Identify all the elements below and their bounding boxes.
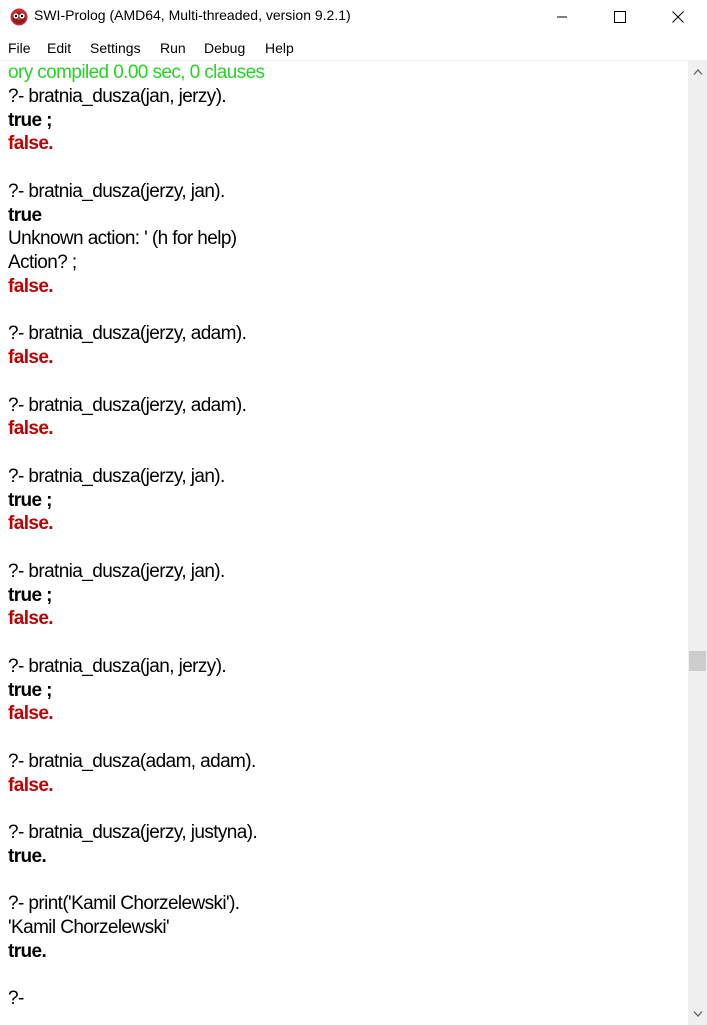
console-line: 'Kamil Chorzelewski': [8, 917, 170, 938]
menu-file[interactable]: File: [8, 40, 31, 56]
menu-edit[interactable]: Edit: [47, 40, 71, 56]
console-line: ?- bratnia_dusza(jerzy, jan).: [8, 560, 225, 582]
console-line: Action? ;: [8, 252, 77, 273]
scroll-up-button[interactable]: [688, 63, 707, 81]
menu-help[interactable]: Help: [265, 40, 294, 56]
console-line: false.: [8, 347, 54, 368]
console-output[interactable]: ory compiled 0.00 sec, 0 clauses ?- bratn…: [0, 61, 688, 1025]
console-line: ?- print('Kamil Chorzelewski').: [8, 893, 240, 915]
console-line: false.: [8, 703, 54, 725]
menu-bar: File Edit Settings Run Debug Help: [0, 36, 707, 60]
console-line: ?- bratnia_dusza(jan, jerzy).: [8, 655, 227, 677]
chevron-up-icon: [693, 63, 703, 81]
console-line: true: [8, 204, 42, 226]
minimize-icon: [556, 11, 568, 23]
console-line: false.: [8, 133, 54, 155]
vertical-scrollbar[interactable]: [688, 61, 707, 1025]
console-line: ?-: [8, 988, 24, 1010]
console-line: true ;: [8, 584, 53, 606]
console-line: true.: [8, 845, 47, 867]
maximize-icon: [614, 11, 626, 23]
swi-prolog-window: SWI-Prolog (AMD64, Multi-threaded, versi…: [0, 0, 707, 1025]
close-button[interactable]: [649, 0, 707, 34]
console-line: false.: [8, 774, 54, 796]
console-line: ory compiled 0.00 sec, 0 clauses: [8, 62, 265, 83]
console-line: true ;: [8, 489, 53, 511]
console-line: true.: [8, 940, 47, 962]
console-line: ?- bratnia_dusza(jerzy, adam).: [8, 394, 247, 416]
window-title: SWI-Prolog (AMD64, Multi-threaded, versi…: [34, 7, 351, 23]
menu-run[interactable]: Run: [160, 40, 186, 56]
console-line: false.: [8, 418, 54, 440]
menu-debug[interactable]: Debug: [204, 40, 245, 56]
chevron-down-icon: [693, 1005, 703, 1023]
title-bar[interactable]: SWI-Prolog (AMD64, Multi-threaded, versi…: [0, 0, 707, 34]
console-line: ?- bratnia_dusza(jerzy, adam).: [8, 323, 247, 345]
console-line: ?- bratnia_dusza(jerzy, justyna).: [8, 822, 258, 843]
console-line: false.: [8, 513, 54, 535]
console-line: false.: [8, 275, 54, 297]
console-line: ?- bratnia_dusza(jan, jerzy).: [8, 85, 227, 107]
menu-settings[interactable]: Settings: [90, 40, 141, 56]
console-line: ?- bratnia_dusza(adam, adam).: [8, 750, 256, 772]
close-icon: [672, 11, 684, 23]
maximize-button[interactable]: [591, 0, 649, 34]
scroll-down-button[interactable]: [688, 1005, 707, 1023]
console-line: false.: [8, 608, 54, 630]
console-line: true ;: [8, 109, 53, 131]
minimize-button[interactable]: [533, 0, 591, 34]
swi-prolog-owl-icon[interactable]: [10, 8, 28, 26]
scrollbar-thumb[interactable]: [689, 650, 706, 671]
console-line: true ;: [8, 679, 53, 701]
console-line: ?- bratnia_dusza(jerzy, jan).: [8, 465, 225, 487]
console-line: Unknown action: ' (h for help): [8, 228, 237, 250]
console-line: ?- bratnia_dusza(jerzy, jan).: [8, 180, 225, 202]
